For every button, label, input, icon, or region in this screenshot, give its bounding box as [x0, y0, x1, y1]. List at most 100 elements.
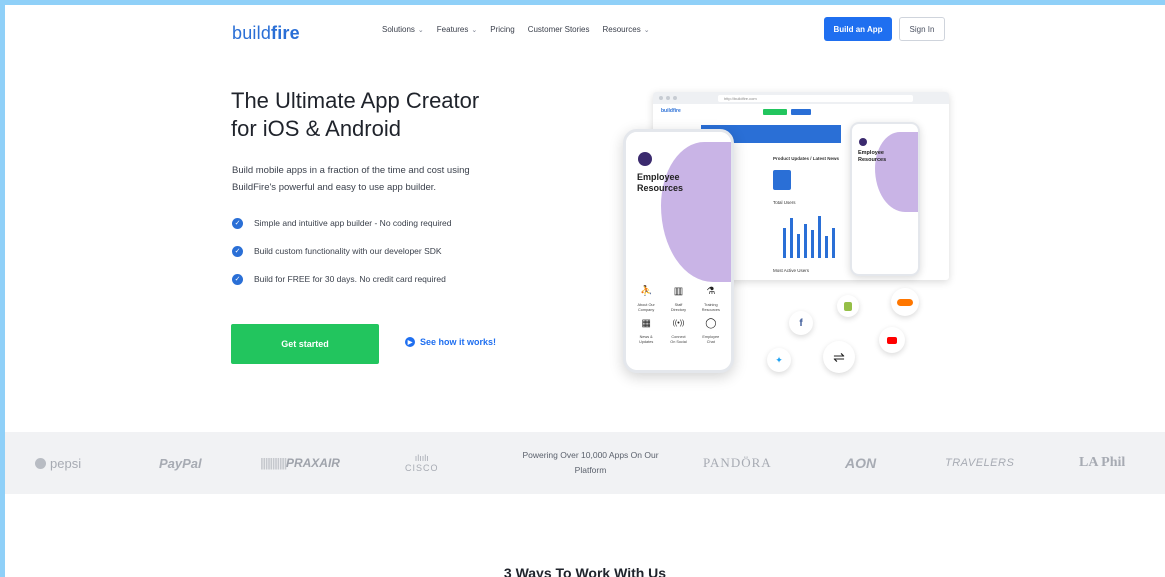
see-how-it-works-link[interactable]: ▶ See how it works!	[405, 337, 496, 347]
pandora-logo: PANDÖRA	[703, 455, 772, 470]
small-phone-mockup: Employee Resources	[850, 122, 920, 276]
nav-pricing[interactable]: Pricing	[490, 25, 514, 34]
chevron-down-icon: ⌄	[471, 26, 478, 34]
chart-bar	[811, 230, 814, 258]
aon-logo: AON	[845, 455, 877, 471]
nav-solutions[interactable]: Solutions ⌄	[382, 25, 424, 34]
phone-title: Employee Resources	[858, 150, 886, 163]
menu-label: On Social	[670, 339, 687, 344]
la-phil-logo: LA Phil	[1079, 455, 1126, 470]
paypal-logo: PayPal	[159, 455, 202, 471]
window-dot	[673, 96, 677, 100]
youtube-icon	[879, 327, 905, 353]
phone-menu-grid: ⛹ About Our Company ▥ Staff Directory ⚗ Train…	[630, 286, 727, 344]
chart-bar	[825, 236, 828, 258]
checkmark-icon: ✓	[232, 245, 243, 257]
soundcloud-icon	[891, 288, 919, 316]
directory-icon: ▥	[673, 286, 684, 297]
menu-label: Updates	[639, 339, 654, 344]
check-item-text: Simple and intuitive app builder - No co…	[254, 218, 452, 228]
see-how-it-works-label: See how it works!	[420, 337, 497, 347]
mockup-logo: buildfire	[661, 108, 681, 114]
pepsi-logo-text: pepsi	[50, 455, 82, 471]
nav-resources-label: Resources	[602, 25, 641, 34]
mockup-panel-label: Most Active Users	[773, 268, 810, 273]
mockup-news-thumb	[773, 170, 791, 190]
news-icon: ▦	[641, 318, 651, 329]
check-item: ✓ Build for FREE for 30 days. No credit c…	[232, 265, 452, 293]
mockup-panel-label: Total Users	[773, 200, 796, 205]
menu-label: Chat	[706, 339, 715, 344]
sync-icon: ⇌	[823, 341, 855, 373]
mockup-bar-chart	[781, 214, 841, 258]
page: buildfire Solutions ⌄ Features ⌄ Pricing C…	[5, 5, 1165, 577]
nav-customer-stories-label: Customer Stories	[527, 25, 590, 34]
phone-menu-item: ⛹ About Our Company	[630, 286, 662, 312]
mockup-green-button	[763, 109, 787, 115]
hero-subtitle: Build mobile apps in a fraction of the t…	[232, 162, 552, 196]
hero-title: The Ultimate App Creator for iOS & Andro…	[231, 87, 561, 143]
window-dot	[666, 96, 670, 100]
sign-in-button[interactable]: Sign In	[899, 17, 945, 41]
powering-text: Powering Over 10,000 Apps On Our Platfor…	[503, 448, 678, 478]
chevron-down-icon: ⌄	[643, 26, 650, 34]
main-nav: Solutions ⌄ Features ⌄ Pricing Customer St…	[382, 25, 663, 34]
chart-bar	[818, 216, 821, 258]
phone-menu-item: ▦ News & Updates	[630, 318, 662, 344]
training-icon: ⚗	[706, 286, 716, 297]
nav-pricing-label: Pricing	[490, 25, 515, 34]
menu-label: Directory	[670, 307, 687, 312]
checkmark-icon: ✓	[232, 217, 243, 229]
phone-logo-icon	[638, 152, 652, 166]
mockup-panel-label: Product Updates / Latest News	[773, 156, 840, 161]
nav-customer-stories[interactable]: Customer Stories	[528, 25, 590, 34]
section-title: 3 Ways To Work With Us	[503, 565, 667, 577]
chat-icon: ◯	[705, 318, 717, 329]
social-icon: ((•))	[672, 320, 685, 327]
nav-resources[interactable]: Resources ⌄	[603, 25, 650, 34]
nav-features-label: Features	[436, 25, 469, 34]
buildfire-logo[interactable]: buildfire	[232, 23, 300, 44]
hero-title-line2: for iOS & Android	[231, 116, 401, 141]
play-icon: ▶	[405, 337, 415, 347]
logo-text-fire: fire	[271, 23, 300, 43]
client-logo-strip: pepsi PayPal ||||||||||| PRAXAIR ılıılı CI…	[5, 432, 1165, 494]
phone-title-line1: Employee	[637, 172, 680, 182]
chart-bar	[832, 228, 835, 258]
chart-bar	[804, 224, 807, 258]
chart-bar	[797, 234, 800, 258]
phone-illustration	[875, 132, 918, 212]
hero-subtitle-line2: BuildFire's powerful and easy to use app…	[232, 182, 437, 193]
chevron-down-icon: ⌄	[417, 26, 424, 34]
phone-menu-item: ▥ Staff Directory	[662, 286, 694, 312]
phone-title-line2: Resources	[637, 183, 684, 193]
cisco-logo: ılıılı CISCO	[405, 432, 439, 494]
praxair-logo-text: PRAXAIR	[285, 456, 340, 470]
pepsi-logo: pepsi	[35, 432, 81, 494]
chart-bar	[790, 218, 793, 258]
build-an-app-button[interactable]: Build an App	[824, 17, 892, 41]
check-item: ✓ Simple and intuitive app builder - No c…	[232, 209, 452, 237]
praxair-logo: ||||||||||| PRAXAIR	[260, 432, 340, 494]
phone-menu-item: ◯ Employee Chat	[695, 318, 727, 344]
phone-hero: Employee Resources	[626, 132, 731, 282]
hero-title-line1: The Ultimate App Creator	[231, 88, 480, 113]
about-icon: ⛹	[639, 286, 653, 297]
pepsi-globe-icon	[35, 457, 46, 469]
mockup-blue-button	[791, 109, 811, 115]
nav-features[interactable]: Features ⌄	[437, 25, 477, 34]
phone-illustration	[661, 142, 731, 282]
facebook-icon: f	[789, 311, 813, 335]
praxair-stripes: |||||||||||	[260, 456, 287, 470]
phone-menu-item: ⚗ Training Resources	[695, 286, 727, 312]
powering-line2: Platform	[574, 465, 607, 475]
check-item-text: Build for FREE for 30 days. No credit ca…	[254, 274, 446, 284]
browser-toolbar: http://buildfire.com	[653, 92, 949, 104]
phone-mockup: Employee Resources ⛹ About Our Company ▥ St…	[623, 129, 734, 373]
phone-title: Employee Resources	[637, 172, 683, 194]
cisco-bars-icon: ılıılı	[414, 453, 429, 463]
nav-solutions-label: Solutions	[382, 25, 415, 34]
browser-url: http://buildfire.com	[718, 94, 913, 102]
get-started-button[interactable]: Get started	[231, 324, 379, 364]
phone-title-line2: Resources	[858, 156, 887, 163]
